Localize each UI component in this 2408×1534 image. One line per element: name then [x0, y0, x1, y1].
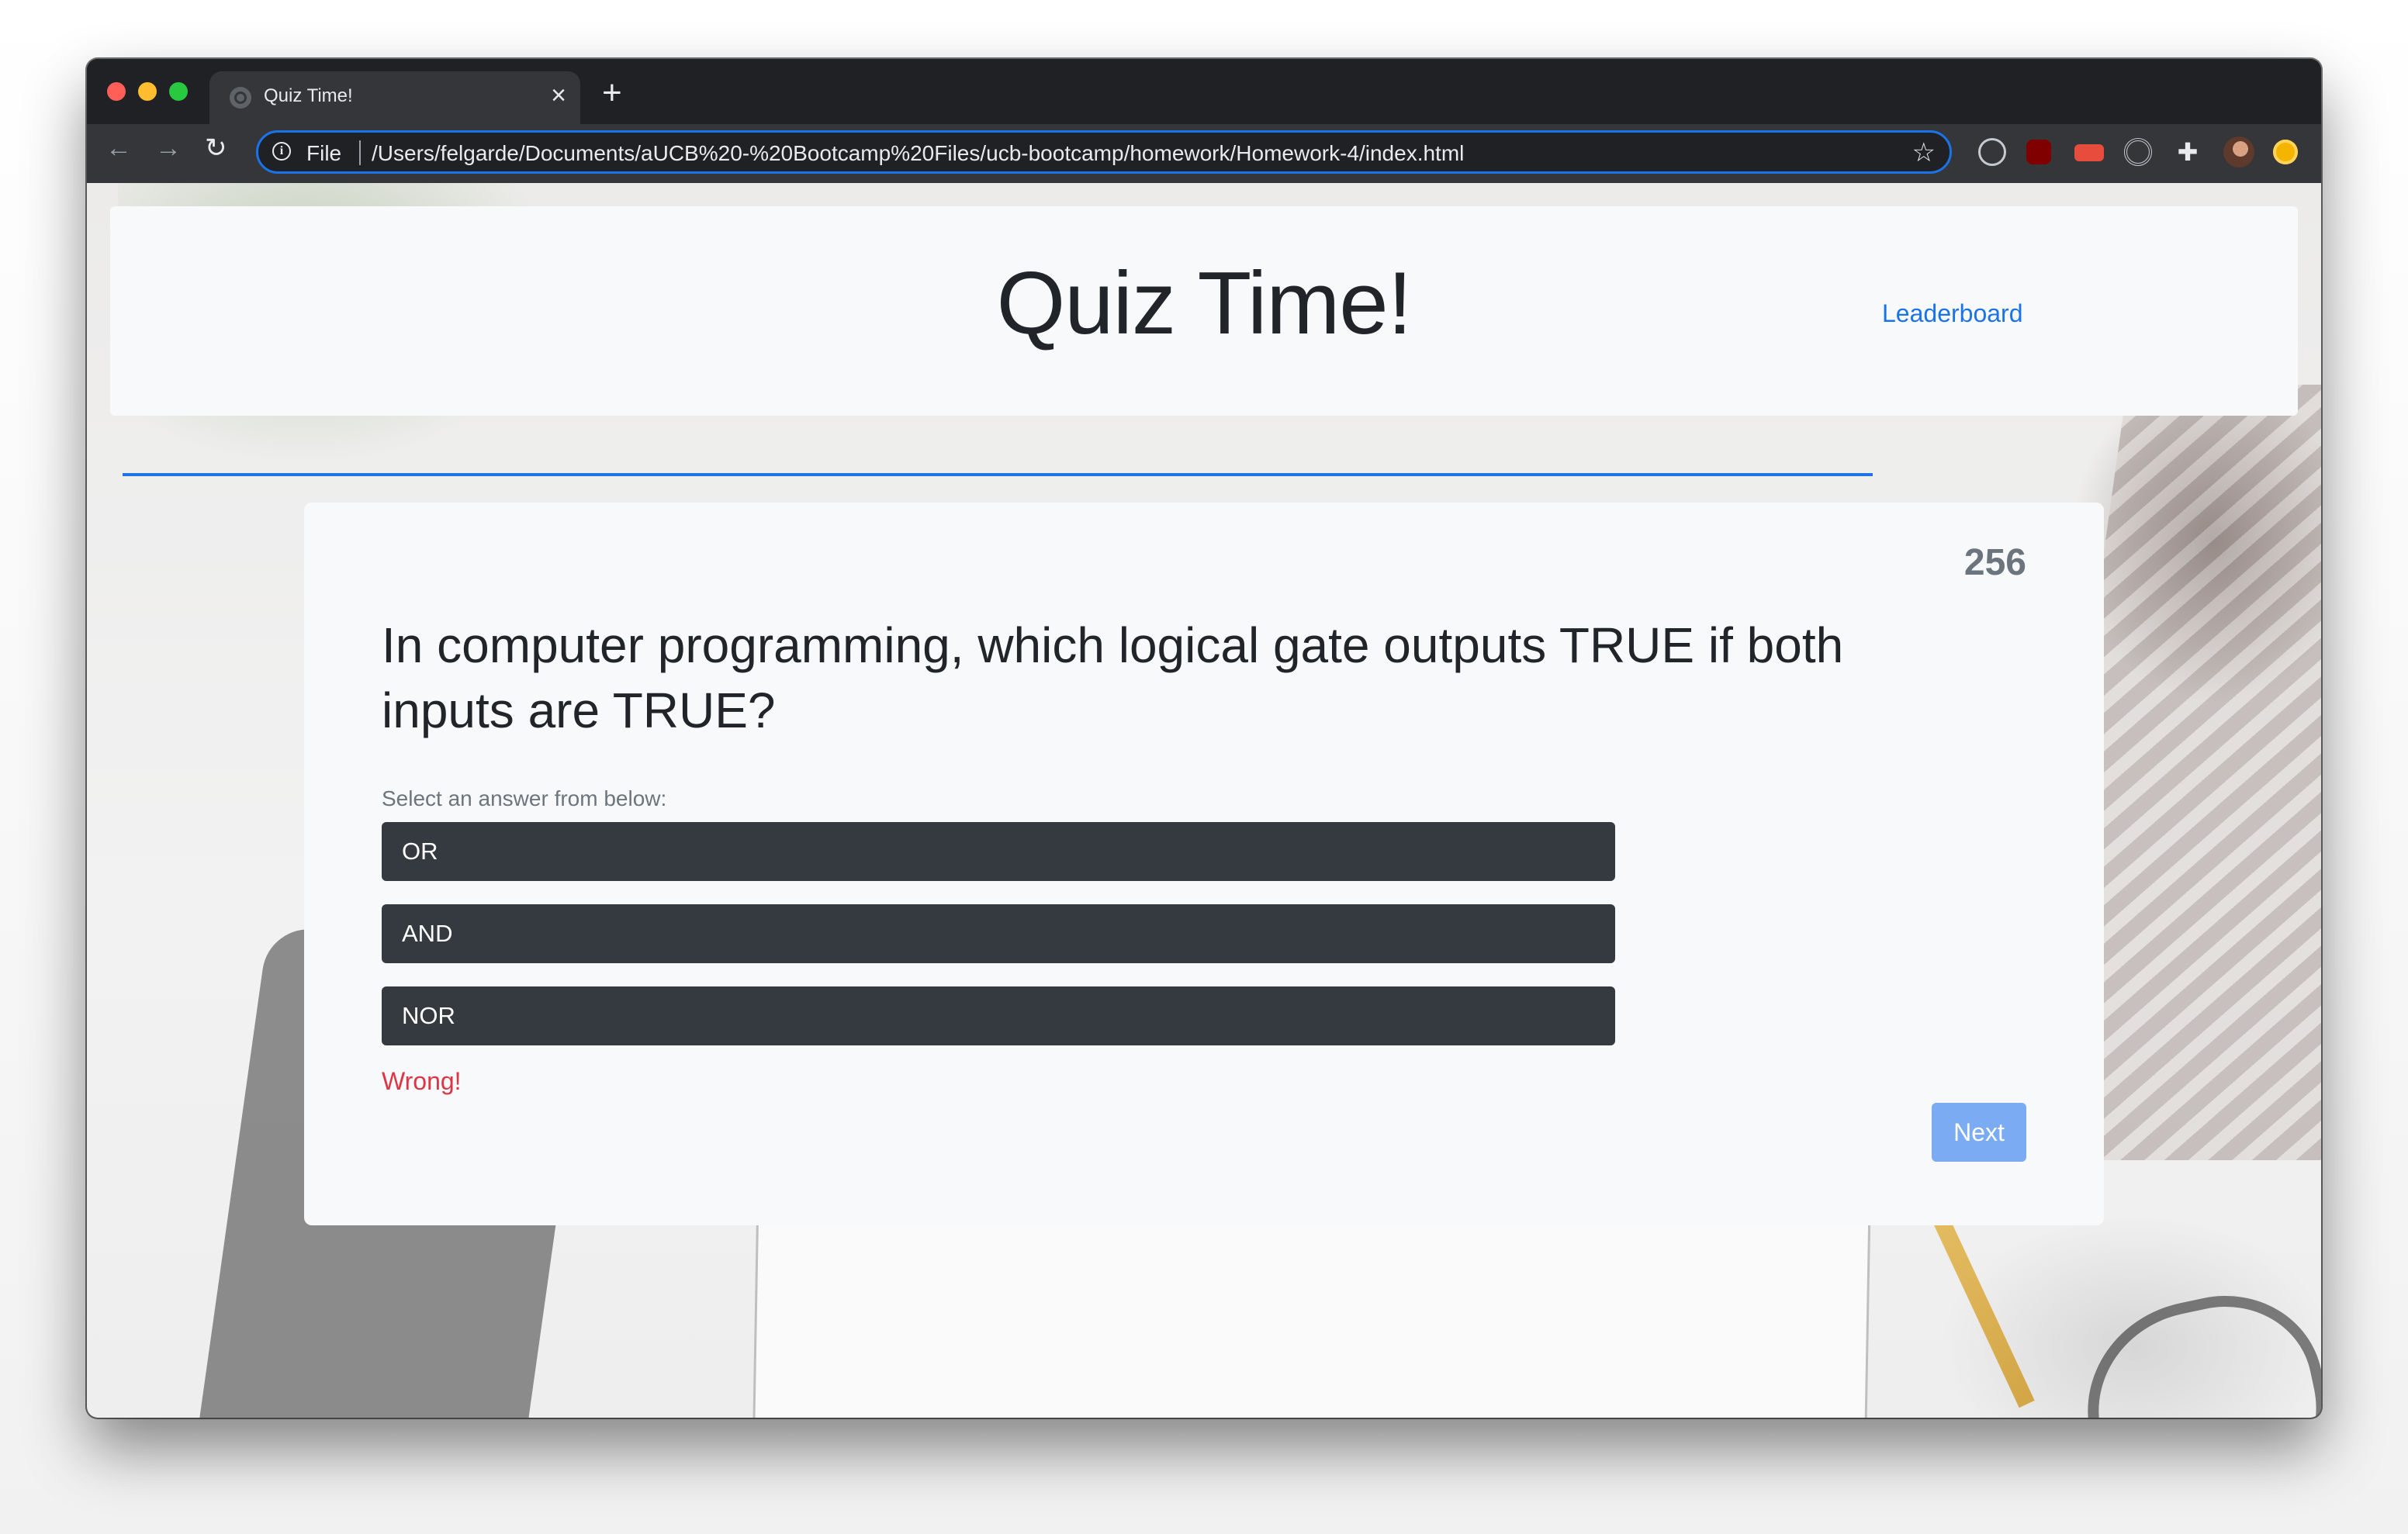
background-glasses — [2067, 1277, 2321, 1418]
puzzle-icon[interactable]: ✚ — [2174, 138, 2202, 166]
browser-window: Quiz Time! × + ← → ↻ i File /Users/felga… — [87, 59, 2321, 1418]
url-text[interactable]: /Users/felgarde/Documents/aUCB%20-%20Boo… — [372, 141, 1464, 166]
reload-icon[interactable]: ↻ — [205, 135, 227, 161]
info-icon[interactable]: i — [272, 142, 291, 161]
maximize-window-button[interactable] — [169, 82, 188, 101]
close-window-button[interactable] — [107, 82, 126, 101]
bookmark-star-icon[interactable]: ☆ — [1912, 137, 1936, 169]
tab-quiz-time[interactable]: Quiz Time! × — [209, 71, 580, 124]
page-viewport: Quiz Time! Leaderboard 256 In computer p… — [87, 183, 2321, 1418]
close-icon[interactable]: × — [551, 82, 566, 109]
answer-prompt: Select an answer from below: — [382, 786, 667, 810]
question-card: 256 In computer programming, which logic… — [304, 503, 2104, 1225]
target-icon[interactable] — [2124, 138, 2152, 166]
answer-button-nor[interactable]: NOR — [382, 986, 1615, 1045]
browser-toolbar: ← → ↻ i File /Users/felgarde/Documents/a… — [87, 124, 2321, 183]
react-devtools-icon[interactable] — [1978, 138, 2006, 166]
timer: 256 — [1963, 542, 2026, 583]
page-header: Quiz Time! Leaderboard — [110, 206, 2298, 416]
scheme-label: File — [306, 141, 342, 165]
next-button[interactable]: Next — [1932, 1103, 2026, 1162]
answer-button-and[interactable]: AND — [382, 904, 1615, 963]
quiz-progress-bar — [123, 473, 1873, 476]
answer-button-or[interactable]: OR — [382, 822, 1615, 881]
ublock-icon[interactable] — [2026, 140, 2051, 164]
leaderboard-link[interactable]: Leaderboard — [1882, 299, 2022, 328]
question-text: In computer programming, which logical g… — [382, 617, 1844, 738]
tab-strip: Quiz Time! × + — [87, 59, 2321, 124]
forward-icon[interactable]: → — [155, 135, 182, 161]
address-bar[interactable]: i File /Users/felgarde/Documents/aUCB%20… — [256, 130, 1952, 174]
feedback-text: Wrong! — [382, 1067, 462, 1095]
tag-icon[interactable] — [2074, 144, 2104, 161]
minimize-window-button[interactable] — [138, 82, 157, 101]
avatar-icon[interactable] — [2223, 136, 2254, 168]
back-icon[interactable]: ← — [106, 135, 132, 161]
url-divider — [359, 140, 361, 165]
tab-title: Quiz Time! — [264, 85, 353, 106]
globe-icon — [230, 87, 251, 109]
coin-icon[interactable] — [2273, 140, 2298, 164]
new-tab-button[interactable]: + — [602, 76, 622, 110]
